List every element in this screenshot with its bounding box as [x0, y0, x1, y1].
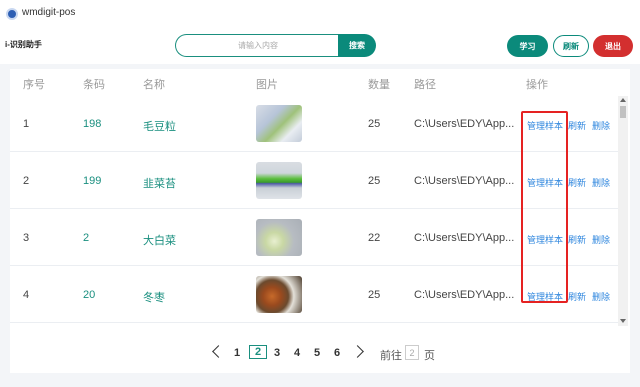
search-input[interactable] — [175, 34, 340, 57]
row-path: C:\Users\EDY\App... — [414, 289, 515, 301]
row-name: 大白菜 — [143, 235, 176, 247]
scroll-thumb[interactable] — [620, 106, 626, 118]
delete-row-link[interactable]: 删除 — [592, 176, 610, 189]
row-index: 1 — [23, 118, 30, 130]
refresh-button[interactable]: 刷新 — [553, 35, 589, 57]
row-index: 3 — [23, 232, 30, 244]
goto-label: 前往 — [380, 350, 402, 362]
row-barcode: 198 — [83, 118, 102, 130]
scroll-up-arrow-icon[interactable] — [620, 98, 626, 102]
goto-page-input[interactable] — [405, 345, 419, 360]
column-header-image: 图片 — [256, 79, 278, 91]
delete-row-link[interactable]: 删除 — [592, 290, 610, 303]
row-index: 4 — [23, 289, 30, 301]
brand-label: i-识别助手 — [5, 40, 42, 49]
page-2-current[interactable]: 2 — [249, 345, 267, 359]
jujube-photo — [256, 276, 302, 313]
row-count: 25 — [368, 175, 381, 187]
refresh-row-link[interactable]: 刷新 — [568, 290, 586, 303]
window-title: wmdigit-pos — [22, 7, 76, 18]
column-header-index: 序号 — [23, 79, 45, 91]
goto-suffix: 页 — [424, 350, 435, 362]
chevron-left-icon[interactable] — [212, 345, 225, 358]
row-name: 毛豆粒 — [143, 121, 176, 133]
row-count: 25 — [368, 289, 381, 301]
refresh-row-link[interactable]: 刷新 — [568, 233, 586, 246]
cabbage-photo — [256, 219, 302, 256]
row-barcode: 20 — [83, 289, 96, 301]
page-1[interactable]: 1 — [234, 347, 240, 359]
column-header-name: 名称 — [143, 79, 165, 91]
row-index: 2 — [23, 175, 30, 187]
edamame-photo — [256, 105, 302, 142]
scroll-down-arrow-icon[interactable] — [620, 319, 626, 323]
page-4[interactable]: 4 — [294, 347, 300, 359]
exit-button[interactable]: 退出 — [593, 35, 633, 57]
row-count: 25 — [368, 118, 381, 130]
delete-row-link[interactable]: 删除 — [592, 233, 610, 246]
row-path: C:\Users\EDY\App... — [414, 175, 515, 187]
title-bar: wmdigit-pos — [0, 0, 640, 28]
table-header: 序号 条码 名称 图片 数量 路径 操作 — [10, 70, 618, 96]
row-name: 韭菜苔 — [143, 178, 176, 190]
chive-photo — [256, 162, 302, 199]
row-path: C:\Users\EDY\App... — [414, 232, 515, 244]
pagination: 1 2 3 4 5 6 前往 页 — [0, 344, 640, 364]
page-3[interactable]: 3 — [274, 347, 280, 359]
column-header-code: 条码 — [83, 79, 105, 91]
column-header-count: 数量 — [368, 79, 390, 91]
refresh-row-link[interactable]: 刷新 — [568, 119, 586, 132]
search-button[interactable]: 搜索 — [338, 34, 376, 57]
learn-button[interactable]: 学习 — [507, 35, 548, 57]
table-scrollbar[interactable] — [618, 96, 628, 326]
row-count: 22 — [368, 232, 381, 244]
delete-row-link[interactable]: 删除 — [592, 119, 610, 132]
search-bar: 搜索 — [175, 34, 376, 57]
header: i-识别助手 搜索 学习 刷新 退出 — [0, 28, 640, 64]
page-6[interactable]: 6 — [334, 347, 340, 359]
row-name: 冬枣 — [143, 292, 165, 304]
column-header-actions: 操作 — [526, 79, 548, 91]
refresh-row-link[interactable]: 刷新 — [568, 176, 586, 189]
row-path: C:\Users\EDY\App... — [414, 118, 515, 130]
column-header-path: 路径 — [414, 79, 436, 91]
row-barcode: 2 — [83, 232, 90, 244]
chevron-right-icon[interactable] — [351, 345, 364, 358]
page-5[interactable]: 5 — [314, 347, 320, 359]
manage-column-highlight — [521, 111, 568, 303]
row-barcode: 199 — [83, 175, 102, 187]
app-icon — [6, 8, 18, 20]
